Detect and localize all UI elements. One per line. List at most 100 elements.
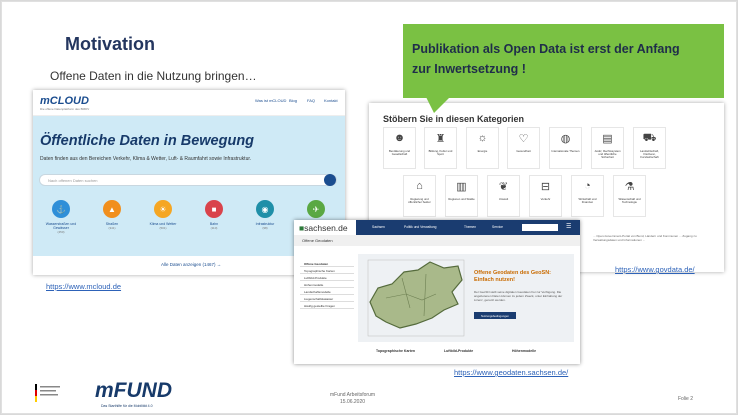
- mcloud-tagline: Die offene Datenplattform des BMDV: [40, 107, 90, 111]
- sachsen-footer-item[interactable]: Luftbild-Produkte: [444, 349, 473, 353]
- callout-line-1: Publikation als Open Data ist erst der A…: [412, 42, 680, 56]
- mcloud-nav-about[interactable]: Was ist mCLOUD: [255, 98, 286, 103]
- menu-icon[interactable]: ☰: [566, 223, 571, 230]
- govdata-category-health[interactable]: ♡ Gesundheit: [507, 127, 540, 169]
- slide: Motivation Offene Daten in die Nutzung b…: [1, 1, 737, 414]
- sachsen-nav: Sachsen Politik und Verwaltung Themen Se…: [356, 220, 580, 235]
- infrastructure-icon: ◉: [256, 200, 274, 218]
- mcloud-logo[interactable]: mCLOUD: [40, 95, 89, 107]
- mcloud-category-count: (110): [210, 226, 218, 230]
- govdata-category-finance[interactable]: ◔ Wirtschaft und Finanzen: [571, 175, 604, 217]
- govdata-category-label: Internationale Themen: [551, 149, 580, 153]
- city-icon: ▥: [456, 181, 467, 193]
- govdata-category-energy[interactable]: ☼ Energie: [466, 127, 499, 169]
- mcloud-headline: Öffentliche Daten in Bewegung: [40, 133, 255, 149]
- govdata-category-justice[interactable]: ▤ Justiz, Rechtssystem und öffentliche Si…: [591, 127, 624, 169]
- mcloud-category-count: (501): [159, 226, 167, 230]
- saxony-map-image: [367, 259, 465, 337]
- govdata-category-label: Gesundheit: [516, 149, 531, 153]
- sachsen-search-input[interactable]: [522, 224, 558, 231]
- callout-box: Publikation als Open Data ist erst der A…: [403, 24, 724, 98]
- sachsen-headline: Offene Geodaten des GeoSN: Einfach nutze…: [474, 270, 552, 283]
- sachsen-sidebar-item[interactable]: Häufig gestellte Fragen: [300, 302, 354, 309]
- mfund-tagline: Das Starthilfe für die Mobilität 4.0: [101, 404, 153, 408]
- mcloud-nav-blog[interactable]: Blog: [289, 98, 297, 103]
- sachsen-sidebar: Offene Geodaten Topographische Karten Lu…: [300, 260, 354, 342]
- science-icon: ⚗: [624, 181, 635, 193]
- traffic-icon: ⊟: [540, 181, 551, 193]
- leaf-icon: ❦: [498, 181, 509, 193]
- slide-number: Folie 2: [678, 396, 694, 402]
- govdata-category-education[interactable]: ♜ Bildung, Kultur und Sport: [424, 127, 457, 169]
- mcloud-category-rail[interactable]: ■ Bahn (110): [194, 200, 234, 230]
- mfund-logo: mFUND: [95, 379, 172, 402]
- govdata-category-environment[interactable]: ❦ Umwelt: [487, 175, 520, 217]
- education-icon: ♜: [435, 133, 446, 145]
- sachsen-sidebar-item[interactable]: Höhenmodelle: [300, 281, 354, 288]
- mcloud-category-infrastructure[interactable]: ◉ Infrastruktur (98): [245, 200, 285, 230]
- mcloud-category-label: Wasserstraßen und Gewässer: [45, 222, 77, 230]
- sachsen-teaser: Offene Geodaten des GeoSN: Einfach nutze…: [358, 254, 574, 342]
- sachsen-terms-button[interactable]: Nutzungsbedingungen: [474, 312, 516, 319]
- govdata-category-label: Regionen und Städte: [448, 197, 475, 201]
- govdata-category-label: Verkehr: [540, 197, 551, 201]
- mcloud-category-climate[interactable]: ☀ Klima und Wetter (501): [143, 200, 183, 230]
- mcloud-search-input[interactable]: Nach offenen Daten suchen: [39, 174, 337, 186]
- sachsen-footer-item[interactable]: Höhenmodelle: [512, 349, 536, 353]
- sachsen-sidebar-item[interactable]: Landschaftsmodelle: [300, 288, 354, 295]
- road-icon: ▲: [103, 200, 121, 218]
- weather-icon: ☀: [154, 200, 172, 218]
- footer-event-name: mFund Arbeitsforum: [330, 392, 376, 398]
- sachsen-sidebar-item[interactable]: Luftbild-Produkte: [300, 274, 354, 281]
- govdata-category-label: Wirtschaft und Finanzen: [578, 197, 597, 205]
- footer-event: mFund Arbeitsforum 15.06.2020: [330, 392, 375, 406]
- sachsen-sidebar-item[interactable]: Offene Geodaten: [300, 260, 354, 267]
- govdata-category-traffic[interactable]: ⊟ Verkehr: [529, 175, 562, 217]
- govdata-heading: Stöbern Sie in diesen Kategorien: [383, 114, 525, 124]
- sachsen-logo[interactable]: ■sachsen.de: [299, 223, 348, 233]
- mcloud-url-link[interactable]: https://www.mcloud.de: [46, 282, 121, 291]
- mcloud-nav-contact[interactable]: Kontakt: [324, 98, 338, 103]
- mcloud-search-placeholder: Nach offenen Daten suchen: [48, 178, 98, 183]
- sachsen-nav-item[interactable]: Sachsen: [372, 225, 385, 229]
- geodaten-sachsen-url-link[interactable]: https://www.geodaten.sachsen.de/: [454, 368, 568, 377]
- sachsen-nav-item[interactable]: Politik und Verwaltung: [404, 225, 436, 229]
- sachsen-footer-item[interactable]: Topographische Karten: [376, 349, 415, 353]
- govdata-category-international[interactable]: ◍ Internationale Themen: [549, 127, 582, 169]
- justice-icon: ▤: [602, 133, 613, 145]
- sachsen-sidebar-item[interactable]: Liegenschaftskataster: [300, 295, 354, 302]
- govdata-category-population[interactable]: ☻ Bevölkerung und Gesellschaft: [383, 127, 416, 169]
- sachsen-logo-text: sachsen.de: [304, 223, 348, 233]
- govdata-category-label: Umwelt: [498, 197, 509, 201]
- mcloud-category-roads[interactable]: ▲ Straßen (341): [92, 200, 132, 230]
- govdata-footer-text: ... Open-Government-Portal von Bund, Län…: [593, 234, 697, 242]
- sachsen-sidebar-item[interactable]: Topographische Karten: [300, 267, 354, 274]
- sachsen-paragraph: Der GeoSN stellt seine digitalen Geodate…: [474, 290, 563, 302]
- sachsen-breadcrumb-label: Offene Geodaten: [302, 238, 333, 243]
- govdata-category-label: Landwirtschaft, Fischerei, Forstwirtscha…: [640, 149, 659, 160]
- govdata-url-link[interactable]: https://www.govdata.de/: [615, 265, 695, 274]
- slide-subtitle: Offene Daten in die Nutzung bringen…: [50, 69, 257, 83]
- mcloud-category-waterways[interactable]: ⚓ Wasserstraßen und Gewässer (450): [41, 200, 81, 234]
- globe-icon: ◍: [560, 133, 571, 145]
- govdata-category-government[interactable]: ⌂ Regierung und öffentlicher Sektor: [403, 175, 436, 217]
- mcloud-all-data-link[interactable]: Alle Daten anzeigen (1467) →: [161, 262, 221, 267]
- govdata-category-label: Regierung und öffentlicher Sektor: [408, 197, 431, 205]
- govdata-category-label: Energie: [477, 149, 488, 153]
- sachsen-nav-item[interactable]: Themen: [464, 225, 476, 229]
- ministry-logo: [35, 384, 60, 402]
- govdata-category-agriculture[interactable]: ⛟ Landwirtschaft, Fischerei, Forstwirtsch…: [633, 127, 666, 169]
- callout-pointer: [426, 97, 450, 113]
- sachsen-nav-item[interactable]: Service: [492, 225, 503, 229]
- govdata-category-science[interactable]: ⚗ Wissenschaft und Technologie: [613, 175, 646, 217]
- search-icon[interactable]: [324, 174, 336, 186]
- govdata-category-label: Wissenschaft und Technologie: [618, 197, 641, 205]
- govdata-category-regions[interactable]: ▥ Regionen und Städte: [445, 175, 478, 217]
- ship-icon: ⚓: [52, 200, 70, 218]
- health-icon: ♡: [518, 133, 529, 145]
- mcloud-nav-faq[interactable]: FAQ: [307, 98, 315, 103]
- callout-line-2: zur Inwertsetzung !: [412, 62, 526, 76]
- mcloud-category-count: (98): [262, 226, 268, 230]
- footer-event-date: 15.06.2020: [340, 399, 366, 405]
- mcloud-subline: Daten finden aus den Bereichen Verkehr, …: [40, 156, 252, 162]
